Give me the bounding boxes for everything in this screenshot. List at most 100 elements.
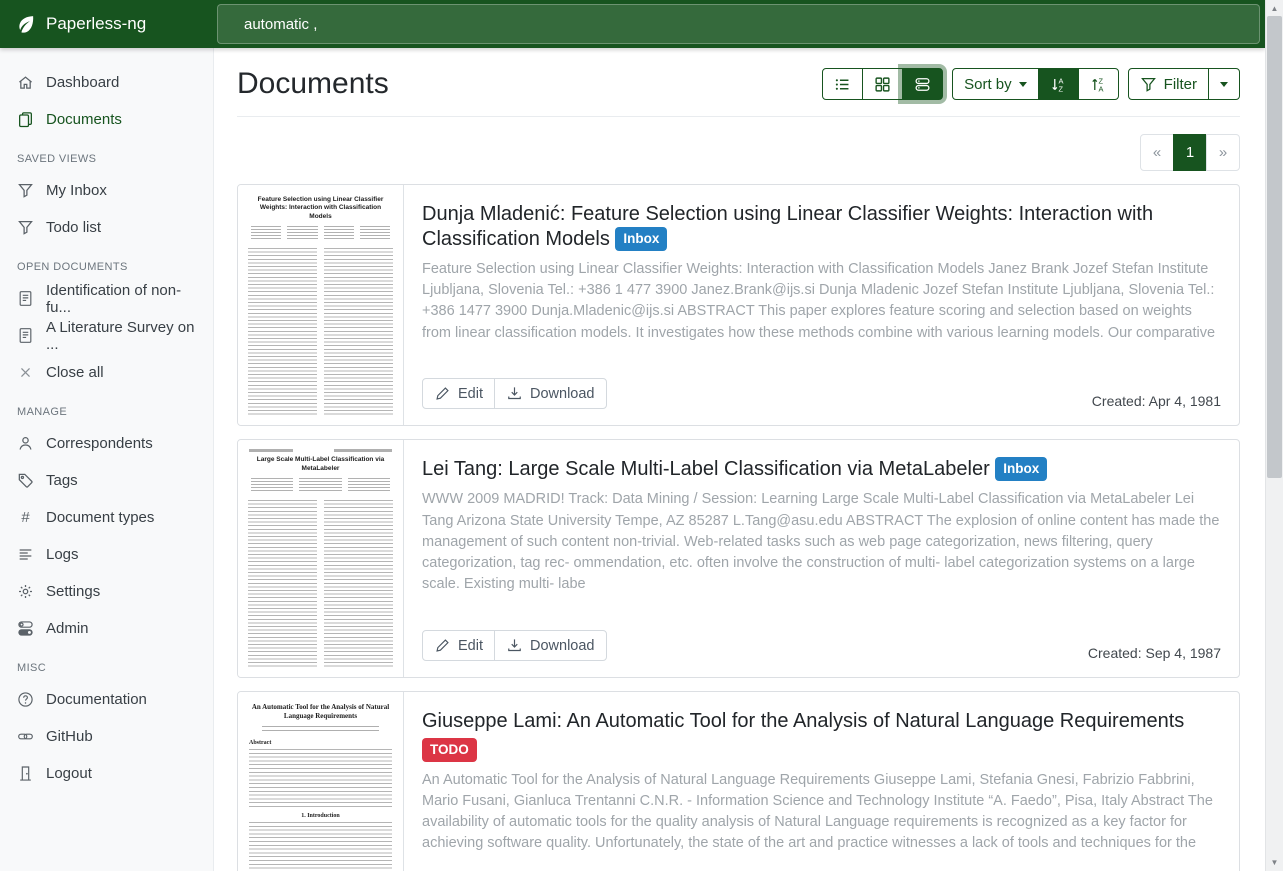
document-title[interactable]: Giuseppe Lami: An Automatic Tool for the… [422,709,1221,734]
sidebar-item-dashboard[interactable]: Dashboard [0,64,213,101]
search-input[interactable] [217,4,1260,44]
pencil-icon [434,637,451,654]
edit-button[interactable]: Edit [422,378,495,409]
house-icon [17,74,34,91]
pagination-page-1[interactable]: 1 [1173,134,1207,171]
sidebar-item-documentation[interactable]: Documentation [0,681,213,718]
created-date: Created: Sep 4, 1987 [1088,645,1221,661]
sidebar: Dashboard Documents SAVED VIEWS My Inbox… [0,48,214,871]
view-toggle-group [822,68,943,100]
card-footer: Edit Download Created: Apr 4, 1981 [422,360,1221,409]
person-icon [17,435,34,452]
edit-button[interactable]: Edit [422,630,495,661]
scrollbar-up-icon[interactable]: ▲ [1266,1,1283,16]
sort-ascending-button[interactable]: ZA [1078,68,1119,100]
sidebar-item-document-types[interactable]: # Document types [0,499,213,536]
document-title[interactable]: Lei Tang: Large Scale Multi-Label Classi… [422,457,1221,482]
document-card-body: Giuseppe Lami: An Automatic Tool for the… [404,692,1239,871]
sidebar-item-open-doc-2[interactable]: A Literature Survey on ... [0,317,213,354]
brand-name: Paperless-ng [46,14,146,34]
sidebar-item-logout[interactable]: Logout [0,755,213,792]
leaf-icon [15,14,36,35]
filter-dropdown-button[interactable] [1208,68,1240,100]
sidebar-heading-misc: MISC [0,647,213,681]
pagination-row: « 1 » [237,134,1240,171]
thumbnail-text [249,822,392,871]
pagination-next[interactable]: » [1206,134,1240,171]
pagination-previous[interactable]: « [1140,134,1174,171]
file-text-icon [17,327,34,344]
funnel-icon [1140,76,1157,93]
sidebar-item-github[interactable]: GitHub [0,718,213,755]
sidebar-item-close-all[interactable]: Close all [0,354,213,391]
sort-group: Sort by AZ ZA [952,68,1119,100]
tag-badge[interactable]: Inbox [615,227,667,251]
document-card-body: Lei Tang: Large Scale Multi-Label Classi… [404,440,1239,677]
hash-icon: # [17,509,34,526]
sidebar-item-my-inbox[interactable]: My Inbox [0,172,213,209]
text-lines-icon [17,546,34,563]
thumbnail-authors [262,726,379,734]
app-logo[interactable]: Paperless-ng [0,0,213,48]
sidebar-heading-manage: MANAGE [0,391,213,425]
question-circle-icon [17,691,34,708]
scrollbar-thumb[interactable] [1267,16,1282,478]
card-actions: Edit Download [422,630,607,661]
card-footer: Edit Download Created: Sep 4, 1987 [422,612,1221,661]
topbar: Paperless-ng [0,0,1265,48]
funnel-icon [17,219,34,236]
svg-text:Z: Z [1058,84,1063,92]
sidebar-heading-saved-views: SAVED VIEWS [0,138,213,172]
page-title: Documents [237,65,389,103]
grid-view-icon [874,76,891,93]
tag-row: TODO [422,738,1221,762]
sidebar-item-open-doc-1[interactable]: Identification of non-fu... [0,280,213,317]
card-footer: Edit Download [422,855,1221,871]
view-list-button[interactable] [822,68,863,100]
sidebar-item-documents[interactable]: Documents [0,101,213,138]
document-thumbnail[interactable]: Feature Selection using Linear Classifie… [238,185,404,425]
document-title[interactable]: Dunja Mladenić: Feature Selection using … [422,202,1221,252]
thumbnail-authors [251,226,390,241]
download-icon [506,385,523,402]
toggles-icon [17,620,34,637]
sidebar-heading-open-documents: OPEN DOCUMENTS [0,246,213,280]
filter-button[interactable]: Filter [1128,68,1209,100]
document-card-body: Dunja Mladenić: Feature Selection using … [404,185,1239,425]
caret-down-icon [1019,82,1027,87]
document-excerpt: WWW 2009 MADRID! Track: Data Mining / Se… [422,489,1221,595]
thumbnail-text [249,749,392,807]
sidebar-item-settings[interactable]: Settings [0,573,213,610]
document-card: An Automatic Tool for the Analysis of Na… [237,691,1240,871]
gear-icon [17,583,34,600]
page-header: Documents Sort by AZ [237,48,1240,117]
sort-by-button[interactable]: Sort by [952,68,1039,100]
document-thumbnail[interactable]: Large Scale Multi-Label Classification v… [238,440,404,677]
sort-descending-button[interactable]: AZ [1038,68,1079,100]
sidebar-item-todo-list[interactable]: Todo list [0,209,213,246]
caret-down-icon [1220,82,1228,87]
view-grid-button[interactable] [862,68,903,100]
thumbnail-header [249,449,392,452]
download-button[interactable]: Download [494,630,607,661]
svg-text:A: A [1098,84,1103,92]
search-bar [213,0,1265,48]
door-icon [17,765,34,782]
download-button[interactable]: Download [494,378,607,409]
document-card: Large Scale Multi-Label Classification v… [237,439,1240,678]
sidebar-item-tags[interactable]: Tags [0,462,213,499]
tag-badge[interactable]: TODO [422,738,477,762]
document-thumbnail[interactable]: An Automatic Tool for the Analysis of Na… [238,692,404,871]
sidebar-item-correspondents[interactable]: Correspondents [0,425,213,462]
details-view-icon [914,76,931,93]
document-excerpt: Feature Selection using Linear Classifie… [422,259,1221,344]
created-date: Created: Apr 4, 1981 [1092,393,1221,409]
vertical-scrollbar[interactable]: ▲ ▼ [1265,0,1283,871]
link-icon [17,728,34,745]
scrollbar-down-icon[interactable]: ▼ [1266,855,1283,870]
view-details-button[interactable] [902,68,943,100]
close-icon [17,364,34,381]
tag-badge[interactable]: Inbox [995,457,1047,481]
sidebar-item-admin[interactable]: Admin [0,610,213,647]
sidebar-item-logs[interactable]: Logs [0,536,213,573]
